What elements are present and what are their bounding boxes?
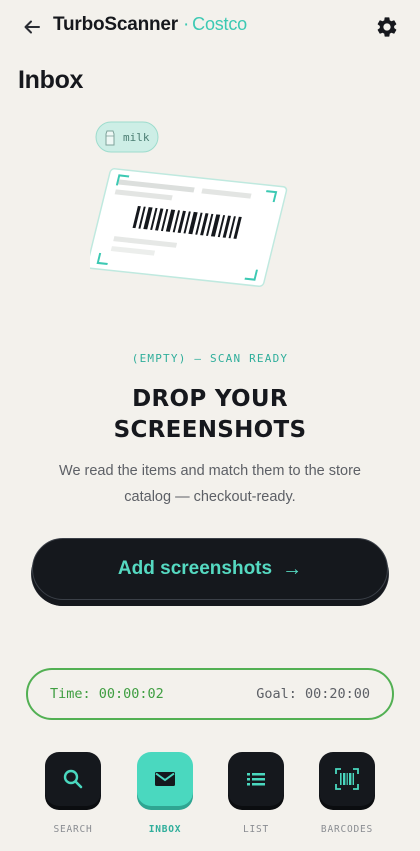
nav-item-list[interactable]: LIST [216, 748, 296, 843]
nav-label-search: SEARCH [53, 824, 93, 835]
screenshot-card [86, 168, 288, 288]
elapsed-time: Time: 00:00:02 [50, 686, 164, 702]
page-title: Inbox [18, 66, 84, 94]
back-button[interactable] [18, 13, 46, 41]
app-name: TurboScanner [53, 14, 178, 35]
barcode-icon [335, 768, 359, 790]
add-screenshots-label: Add screenshots [117, 558, 273, 579]
headline-line-2: SCREENSHOTS [113, 417, 307, 443]
milk-tag-label: milk [123, 131, 150, 144]
settings-button[interactable] [373, 13, 401, 41]
milk-tag: milk [95, 121, 159, 153]
goal-time: Goal: 00:20:00 [256, 686, 370, 702]
arrow-left-icon [24, 20, 40, 34]
nav-label-inbox: INBOX [148, 824, 182, 835]
nav-tile-barcodes [319, 752, 375, 806]
nav-tile-search [45, 752, 101, 806]
nav-label-barcodes: BARCODES [320, 824, 374, 835]
nav-label-list: LIST [242, 824, 270, 835]
scan-illustration: milk [86, 118, 330, 288]
nav-item-inbox[interactable]: INBOX [125, 748, 205, 843]
nav-tile-list [228, 752, 284, 806]
store-separator: · [183, 14, 190, 35]
timer-bar: Time: 00:00:02 Goal: 00:20:00 [26, 668, 394, 720]
arrow-right-icon: → [282, 557, 303, 580]
milk-carton-icon [105, 130, 115, 146]
empty-status-label: (EMPTY) — SCAN READY [131, 352, 289, 365]
empty-description: We read the items and match them to the … [59, 463, 361, 505]
empty-headline: DROP YOUR SCREENSHOTS [60, 384, 360, 446]
nav-tile-inbox [137, 752, 193, 806]
nav-item-barcodes[interactable]: BARCODES [307, 748, 387, 843]
gear-icon [377, 17, 397, 37]
search-icon [63, 769, 83, 789]
top-bar: TurboScanner · Costco [0, 0, 420, 54]
list-icon [247, 773, 265, 786]
nav-item-search[interactable]: SEARCH [33, 748, 113, 843]
add-screenshots-button[interactable]: Add screenshots → [32, 538, 388, 600]
store-name[interactable]: Costco [192, 14, 247, 35]
bottom-nav: SEARCH INBOX LIST BARCODES [0, 748, 420, 851]
headline-line-1: DROP YOUR [132, 386, 288, 412]
app-title: TurboScanner · Costco [53, 14, 247, 36]
mail-icon [155, 772, 175, 786]
